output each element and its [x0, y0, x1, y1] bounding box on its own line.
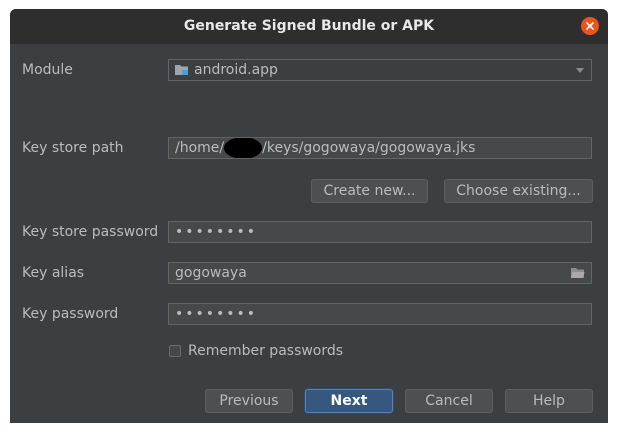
key-password-input[interactable]: ••••••••: [168, 303, 592, 325]
previous-button[interactable]: Previous: [205, 389, 293, 413]
title-bar: Generate Signed Bundle or APK: [10, 9, 608, 44]
key-alias-value: gogowaya: [175, 265, 247, 281]
module-select[interactable]: android.app: [168, 59, 592, 81]
generate-signed-apk-dialog: Generate Signed Bundle or APK Module and…: [10, 9, 608, 423]
redaction-mark: [224, 138, 263, 158]
help-button[interactable]: Help: [505, 389, 593, 413]
folder-icon[interactable]: [571, 267, 585, 279]
keystore-path-suffix: /keys/gogowaya/gogowaya.jks: [262, 140, 476, 156]
keystore-password-input[interactable]: ••••••••: [168, 221, 592, 243]
remember-passwords-checkbox[interactable]: [169, 345, 181, 357]
remember-passwords-label[interactable]: Remember passwords: [188, 340, 343, 362]
next-button[interactable]: Next: [305, 389, 393, 413]
keystore-path-prefix: /home/: [175, 140, 225, 156]
choose-existing-button[interactable]: Choose existing...: [444, 179, 593, 203]
create-new-button[interactable]: Create new...: [311, 179, 428, 203]
module-folder-icon: [175, 65, 188, 75]
keystore-path-label: Key store path: [22, 140, 124, 156]
key-alias-label: Key alias: [22, 265, 85, 281]
close-button[interactable]: [581, 17, 599, 35]
key-alias-input[interactable]: gogowaya: [168, 262, 592, 284]
close-icon: [586, 22, 594, 30]
key-password-label: Key password: [22, 306, 119, 322]
dialog-title: Generate Signed Bundle or APK: [183, 18, 435, 34]
cancel-button[interactable]: Cancel: [405, 389, 493, 413]
module-value: android.app: [194, 62, 278, 78]
keystore-password-label: Key store password: [22, 224, 159, 240]
keystore-path-input[interactable]: /home/ /keys/gogowaya/gogowaya.jks: [168, 137, 592, 159]
module-label: Module: [22, 62, 73, 78]
chevron-down-icon: [576, 68, 584, 73]
